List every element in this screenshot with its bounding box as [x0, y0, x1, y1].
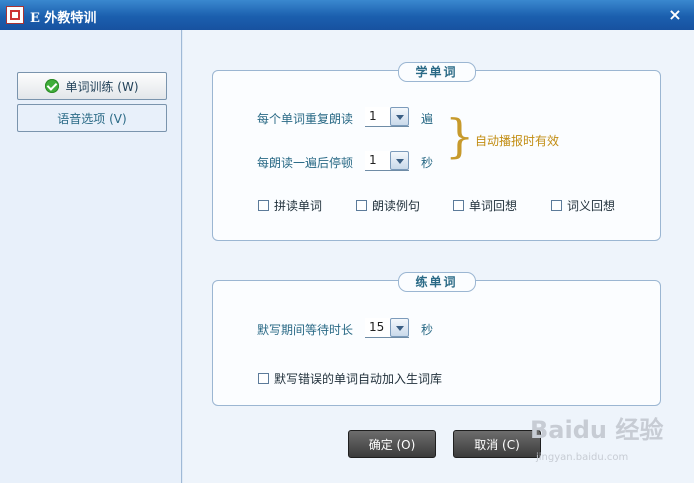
- wait-unit: 秒: [421, 323, 434, 337]
- practice-words-group: 练单词 默写期间等待时长 15 秒 默写错误的单词自动加入生词库: [212, 272, 661, 406]
- pause-label: 每朗读一遍后停顿: [257, 156, 354, 170]
- watermark-url: jingyan.baidu.com: [536, 452, 629, 463]
- checkbox-label: 拼读单词: [274, 199, 323, 213]
- sidebar-item-label: 单词训练 (W): [65, 79, 139, 94]
- chevron-down-icon[interactable]: [390, 318, 409, 337]
- chevron-down-icon[interactable]: [390, 107, 409, 126]
- checkbox-box[interactable]: [258, 200, 269, 211]
- word-recall-checkbox[interactable]: 单词回想: [453, 197, 517, 214]
- checkbox-label: 朗读例句: [372, 199, 421, 213]
- checkbox-box[interactable]: [258, 373, 269, 384]
- window-title: E 外教特训: [30, 11, 97, 26]
- pause-seconds-select[interactable]: 1: [365, 151, 409, 171]
- read-example-checkbox[interactable]: 朗读例句: [356, 197, 420, 214]
- spell-word-checkbox[interactable]: 拼读单词: [258, 197, 322, 214]
- wait-seconds-select[interactable]: 15: [365, 318, 409, 338]
- sidebar-item-label: 语音选项 (V): [57, 111, 127, 126]
- checkbox-box[interactable]: [453, 200, 464, 211]
- cancel-button[interactable]: 取消 (C): [453, 430, 541, 458]
- repeat-label: 每个单词重复朗读: [257, 112, 354, 126]
- title-bar[interactable]: E 外教特训 ×: [0, 0, 694, 30]
- close-button[interactable]: ×: [664, 4, 686, 26]
- sidebar-item-word-training[interactable]: 单词训练 (W): [17, 72, 167, 100]
- checkbox-label: 默写错误的单词自动加入生词库: [274, 372, 443, 386]
- auto-add-wordbook-checkbox[interactable]: 默写错误的单词自动加入生词库: [258, 370, 442, 387]
- wait-time-label: 默写期间等待时长: [257, 323, 354, 337]
- pause-unit: 秒: [421, 156, 434, 170]
- chevron-down-icon[interactable]: [390, 151, 409, 170]
- group-legend: 学单词: [397, 62, 476, 82]
- check-circle-icon: [45, 79, 60, 93]
- checkbox-box[interactable]: [356, 200, 367, 211]
- ok-button[interactable]: 确定 (O): [348, 430, 436, 458]
- select-value: 1: [369, 109, 377, 123]
- sidebar: 单词训练 (W) 语音选项 (V): [0, 30, 182, 483]
- checkbox-box[interactable]: [551, 200, 562, 211]
- auto-play-note: 自动播报时有效: [475, 134, 560, 148]
- checkbox-label: 单词回想: [469, 199, 518, 213]
- meaning-recall-checkbox[interactable]: 词义回想: [551, 197, 615, 214]
- learn-words-group: 学单词 每个单词重复朗读 1 遍 每朗读一遍后停顿 1 秒 } 自动播报时有效 …: [212, 62, 661, 241]
- repeat-count-select[interactable]: 1: [365, 107, 409, 127]
- dialog-window: E 外教特训 × 单词训练 (W) 语音选项 (V) 学单词 每个单词重复朗读 …: [0, 0, 694, 483]
- select-value: 1: [369, 153, 377, 167]
- group-legend: 练单词: [397, 272, 476, 292]
- brace-icon: }: [445, 109, 475, 163]
- sidebar-item-voice-options[interactable]: 语音选项 (V): [17, 104, 167, 132]
- select-value: 15: [369, 320, 385, 334]
- repeat-unit: 遍: [421, 112, 434, 126]
- app-logo-icon: [6, 6, 24, 24]
- checkbox-label: 词义回想: [567, 199, 616, 213]
- watermark-logo: Baidu 经验: [530, 416, 664, 444]
